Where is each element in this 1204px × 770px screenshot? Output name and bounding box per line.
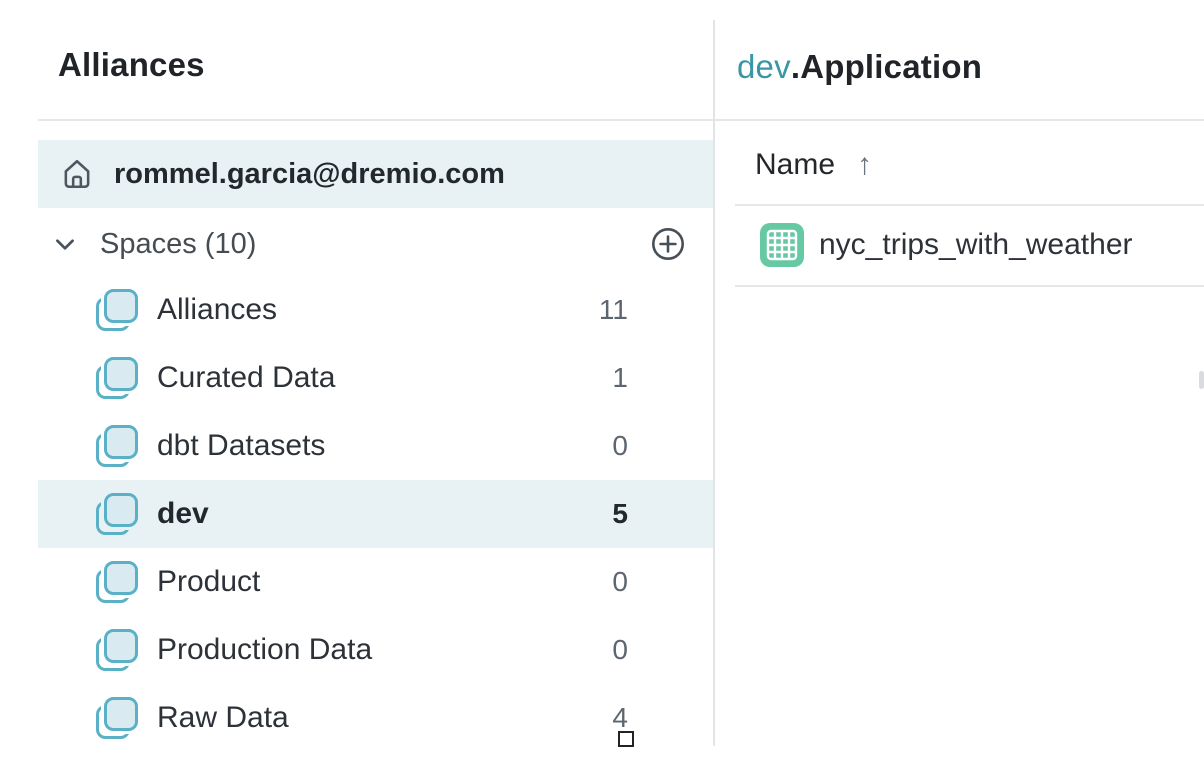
home-icon (60, 157, 94, 191)
table-row-divider (735, 285, 1204, 287)
sidebar-header-divider (38, 119, 713, 121)
cursor-artifact-square (618, 731, 634, 747)
space-row-raw-data[interactable]: Raw Data 4 (38, 684, 713, 752)
space-row-count: 0 (558, 634, 628, 666)
main-panel: dev.Application Name ↑ nyc_trips_with_we… (715, 0, 1204, 770)
space-row-count: 4 (558, 702, 628, 734)
scrollbar-thumb[interactable] (1199, 371, 1204, 389)
home-user-label: rommel.garcia@dremio.com (114, 158, 505, 191)
breadcrumb-current: Application (800, 48, 982, 85)
space-icon (94, 627, 140, 673)
breadcrumb-space-link[interactable]: dev (737, 48, 791, 85)
space-row-label: Curated Data (157, 361, 558, 395)
space-row-count: 0 (558, 430, 628, 462)
name-column-header[interactable]: Name ↑ (755, 148, 872, 182)
breadcrumb-separator: . (791, 48, 800, 85)
table-grid-icon (760, 223, 804, 267)
dataset-row[interactable]: nyc_trips_with_weather (735, 205, 1204, 285)
space-icon (94, 423, 140, 469)
plus-circle-icon[interactable] (650, 226, 686, 262)
space-row-count: 1 (558, 362, 628, 394)
space-icon (94, 355, 140, 401)
chevron-down-icon[interactable] (52, 231, 78, 257)
sidebar-panel: Alliances rommel.garcia@dremio.com Space… (0, 0, 713, 770)
space-row-label: Alliances (157, 293, 558, 327)
space-row-count: 0 (558, 566, 628, 598)
space-row-label: dbt Datasets (157, 429, 558, 463)
space-row-production-data[interactable]: Production Data 0 (38, 616, 713, 684)
space-row-alliances[interactable]: Alliances 11 (38, 276, 713, 344)
spaces-section-header[interactable]: Spaces (10) (38, 210, 713, 278)
spaces-section-label: Spaces (10) (100, 228, 256, 261)
sidebar-title: Alliances (58, 46, 205, 84)
space-row-count: 11 (558, 294, 628, 326)
space-row-curated-data[interactable]: Curated Data 1 (38, 344, 713, 412)
dataset-name: nyc_trips_with_weather (819, 228, 1133, 262)
main-header-divider (715, 119, 1204, 121)
space-row-count: 5 (558, 498, 628, 530)
sort-ascending-icon: ↑ (857, 148, 872, 182)
space-icon (94, 695, 140, 741)
space-row-dbt-datasets[interactable]: dbt Datasets 0 (38, 412, 713, 480)
space-row-dev[interactable]: dev 5 (38, 480, 713, 548)
name-column-label: Name (755, 148, 835, 182)
space-row-product[interactable]: Product 0 (38, 548, 713, 616)
space-row-label: Production Data (157, 633, 558, 667)
home-user-row[interactable]: rommel.garcia@dremio.com (38, 140, 713, 208)
space-row-label: Raw Data (157, 701, 558, 735)
space-icon (94, 559, 140, 605)
space-icon (94, 287, 140, 333)
space-icon (94, 491, 140, 537)
space-row-label: Product (157, 565, 558, 599)
space-row-label: dev (157, 497, 558, 531)
breadcrumb: dev.Application (737, 48, 982, 86)
